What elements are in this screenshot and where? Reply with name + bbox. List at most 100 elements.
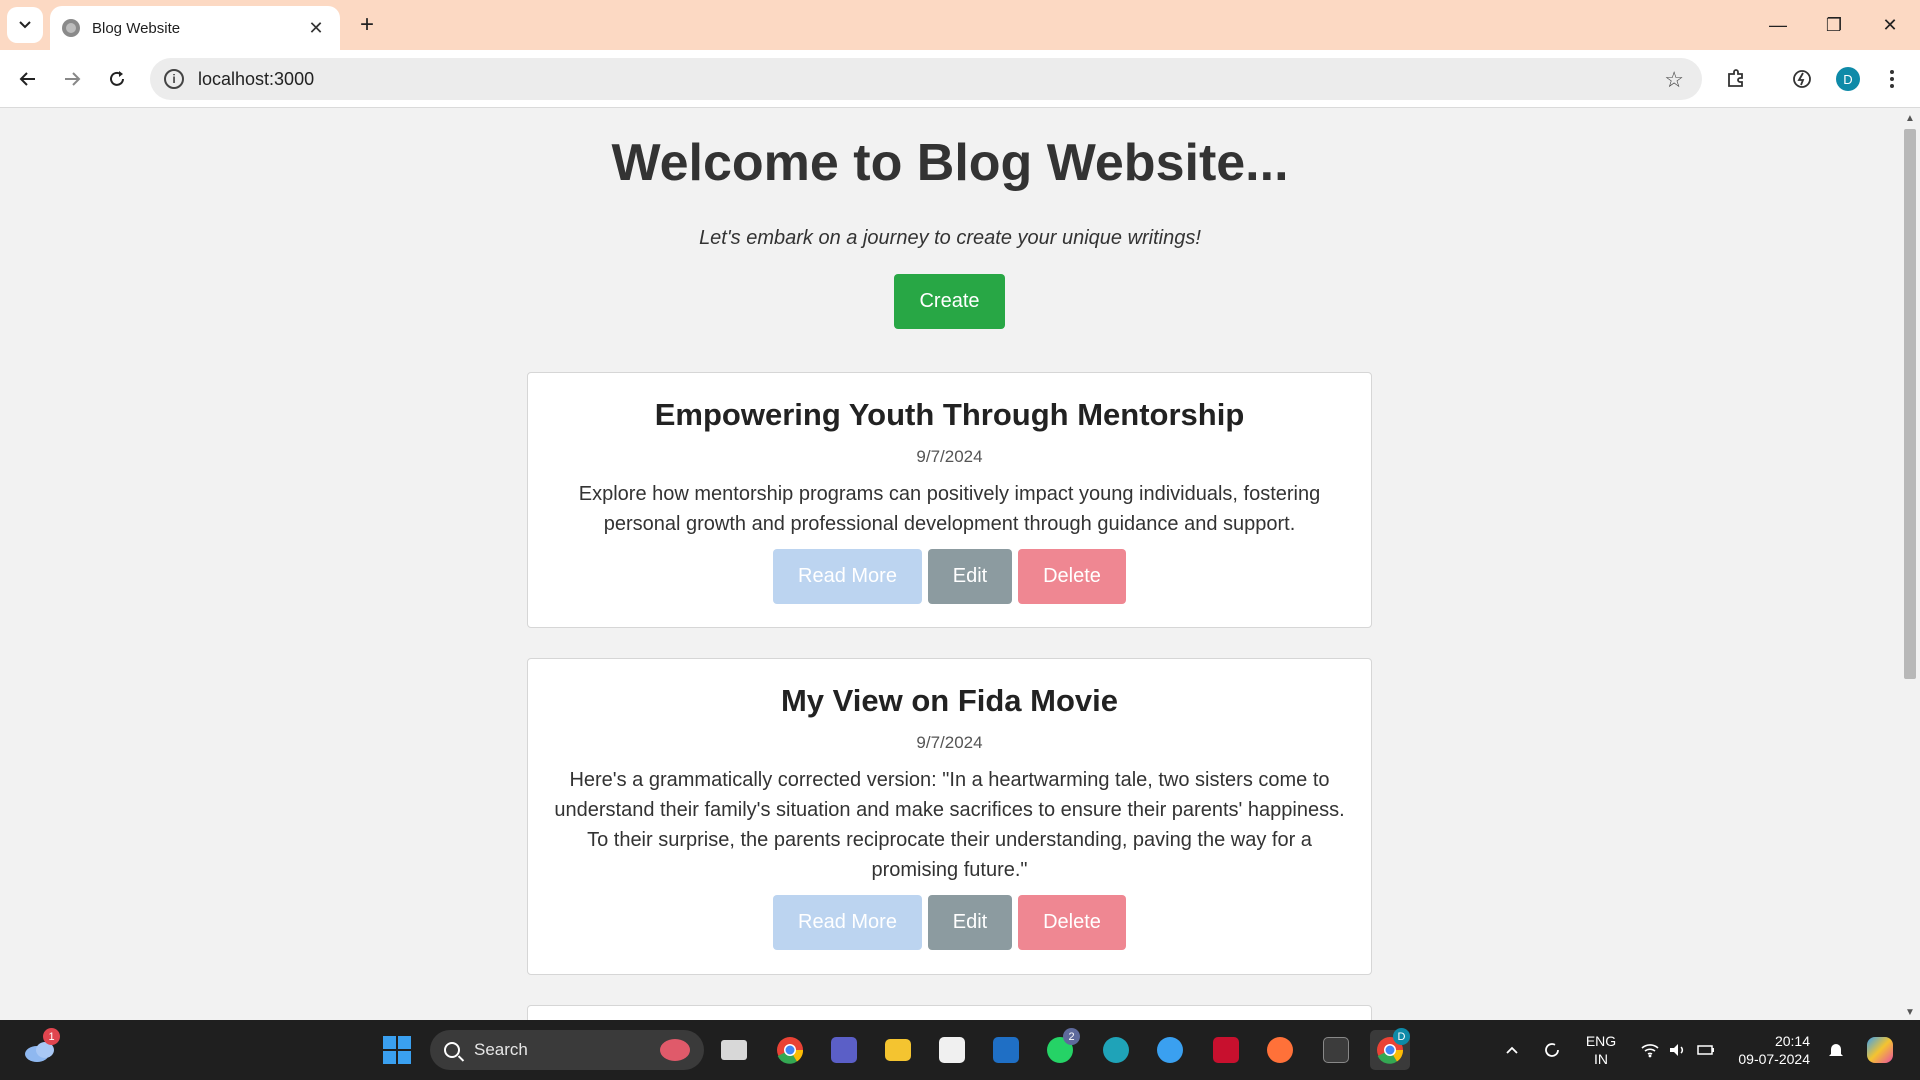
- post-date: 9/7/2024: [916, 447, 983, 466]
- scroll-down-arrow-icon[interactable]: ▼: [1905, 1007, 1915, 1018]
- read-more-button[interactable]: Read More: [773, 895, 922, 950]
- performance-button[interactable]: [1786, 63, 1818, 95]
- language-indicator[interactable]: ENG IN: [1578, 1032, 1624, 1068]
- post-date: 9/7/2024: [916, 733, 983, 752]
- edge-button[interactable]: [1096, 1030, 1136, 1070]
- restore-button[interactable]: ❐: [1806, 0, 1862, 50]
- edge-icon: [1103, 1037, 1129, 1063]
- mysql-button[interactable]: [986, 1030, 1026, 1070]
- globe-icon: [62, 19, 80, 37]
- menu-button[interactable]: [1876, 63, 1908, 95]
- show-hidden-icons-button[interactable]: [1492, 1030, 1532, 1070]
- edit-button[interactable]: Edit: [928, 895, 1012, 950]
- delete-button[interactable]: Delete: [1018, 895, 1126, 950]
- speaker-icon: [1670, 1044, 1684, 1056]
- page-tagline: Let's embark on a journey to create your…: [699, 227, 1201, 249]
- post-description: Here's a grammatically corrected version…: [554, 769, 1345, 881]
- bell-icon: [1829, 1044, 1843, 1056]
- post-title: My View on Fida Movie: [780, 683, 1119, 718]
- firefox-button[interactable]: [1260, 1030, 1300, 1070]
- weather-widget[interactable]: 1: [20, 1028, 60, 1070]
- terminal-icon: [1323, 1037, 1349, 1063]
- blog-post-card: My View on Fida Movie 9/7/2024 Here's a …: [527, 658, 1372, 975]
- tab-title: Blog Website: [92, 19, 181, 37]
- tab-strip: Blog Website ✕ + — ❐ ✕: [0, 0, 1920, 50]
- address-bar[interactable]: i localhost:3000 ☆: [150, 58, 1702, 100]
- battery-button[interactable]: [1686, 1030, 1726, 1070]
- post-description: Explore how mentorship programs can posi…: [578, 483, 1321, 535]
- teams-icon: [831, 1037, 857, 1063]
- site-info-icon[interactable]: i: [164, 69, 184, 89]
- chrome-taskbar-button[interactable]: [770, 1030, 810, 1070]
- task-view-button[interactable]: [714, 1030, 754, 1070]
- search-label: Search: [474, 1040, 528, 1059]
- page-title: Welcome to Blog Website...: [611, 134, 1289, 192]
- puzzle-icon: [1728, 69, 1743, 87]
- whatsapp-badge: 2: [1063, 1028, 1080, 1045]
- edit-button[interactable]: Edit: [928, 549, 1012, 604]
- url-text[interactable]: localhost:3000: [198, 69, 314, 90]
- profile-button[interactable]: D: [1832, 63, 1864, 95]
- search-highlight-icon: [660, 1039, 690, 1061]
- reload-icon: [110, 71, 124, 86]
- chrome-active-button[interactable]: D: [1370, 1028, 1410, 1070]
- forward-button[interactable]: [56, 63, 88, 95]
- blog-post-card-partial: [527, 1005, 1372, 1020]
- tab-search-button[interactable]: [7, 7, 43, 43]
- windows-taskbar: 1 Search 2 D ENG IN 20:14 09-07-2024: [0, 1020, 1920, 1080]
- new-tab-button[interactable]: +: [352, 10, 382, 40]
- back-button[interactable]: [12, 63, 44, 95]
- region-code: IN: [1594, 1051, 1608, 1067]
- battery-icon: [1697, 1045, 1714, 1055]
- bookmark-star-icon[interactable]: ☆: [1664, 67, 1684, 93]
- start-button[interactable]: [377, 1030, 417, 1070]
- clock[interactable]: 20:14 09-07-2024: [1728, 1032, 1810, 1068]
- notifications-button[interactable]: [1816, 1030, 1856, 1070]
- weather-badge: 1: [43, 1028, 60, 1045]
- delete-button[interactable]: Delete: [1018, 549, 1126, 604]
- windows-logo-icon: [383, 1036, 411, 1064]
- firefox-icon: [1267, 1037, 1293, 1063]
- read-more-button[interactable]: Read More: [773, 549, 922, 604]
- kebab-menu-icon: [1890, 70, 1894, 88]
- extensions-button[interactable]: [1720, 63, 1752, 95]
- browser-tab[interactable]: Blog Website ✕: [50, 6, 340, 50]
- minimize-button[interactable]: —: [1750, 0, 1806, 50]
- sync-button[interactable]: [1532, 1030, 1572, 1070]
- scroll-thumb[interactable]: [1904, 129, 1916, 679]
- wifi-icon: [1641, 1044, 1659, 1058]
- copilot-icon: [1867, 1037, 1893, 1063]
- terminal-button[interactable]: [1316, 1030, 1356, 1070]
- post-actions: Read More Edit Delete: [528, 895, 1371, 950]
- mysql-icon: [993, 1037, 1019, 1063]
- mcafee-button[interactable]: [1206, 1030, 1246, 1070]
- reload-button[interactable]: [101, 63, 133, 95]
- create-button[interactable]: Create: [894, 274, 1005, 329]
- close-tab-icon[interactable]: ✕: [304, 18, 328, 39]
- arrow-left-icon: [19, 72, 35, 86]
- copilot-button[interactable]: [1860, 1030, 1900, 1070]
- speed-icon: [1793, 70, 1811, 88]
- chrome-profile-badge: D: [1393, 1028, 1410, 1045]
- avatar: D: [1836, 67, 1860, 91]
- blog-post-card: Empowering Youth Through Mentorship 9/7/…: [527, 372, 1372, 628]
- chevron-up-icon: [1506, 1046, 1518, 1054]
- post-title: Empowering Youth Through Mentorship: [654, 397, 1245, 432]
- post-actions: Read More Edit Delete: [528, 549, 1371, 604]
- scroll-up-arrow-icon[interactable]: ▲: [1905, 113, 1915, 124]
- store-button[interactable]: [932, 1030, 972, 1070]
- taskbar-search[interactable]: Search: [430, 1030, 704, 1070]
- chevron-down-icon: [19, 21, 31, 29]
- close-window-button[interactable]: ✕: [1862, 0, 1918, 50]
- arrow-right-icon: [65, 72, 81, 86]
- page-scrollbar[interactable]: ▲ ▼: [1900, 109, 1920, 1020]
- chrome-icon: [777, 1037, 804, 1064]
- task-view-icon: [721, 1040, 747, 1060]
- whatsapp-button[interactable]: 2: [1040, 1028, 1080, 1070]
- teams-taskbar-button[interactable]: [824, 1030, 864, 1070]
- help-button[interactable]: [1150, 1030, 1190, 1070]
- folder-icon: [885, 1039, 911, 1061]
- help-icon: [1157, 1037, 1183, 1063]
- file-explorer-button[interactable]: [878, 1030, 918, 1070]
- search-icon: [444, 1042, 460, 1058]
